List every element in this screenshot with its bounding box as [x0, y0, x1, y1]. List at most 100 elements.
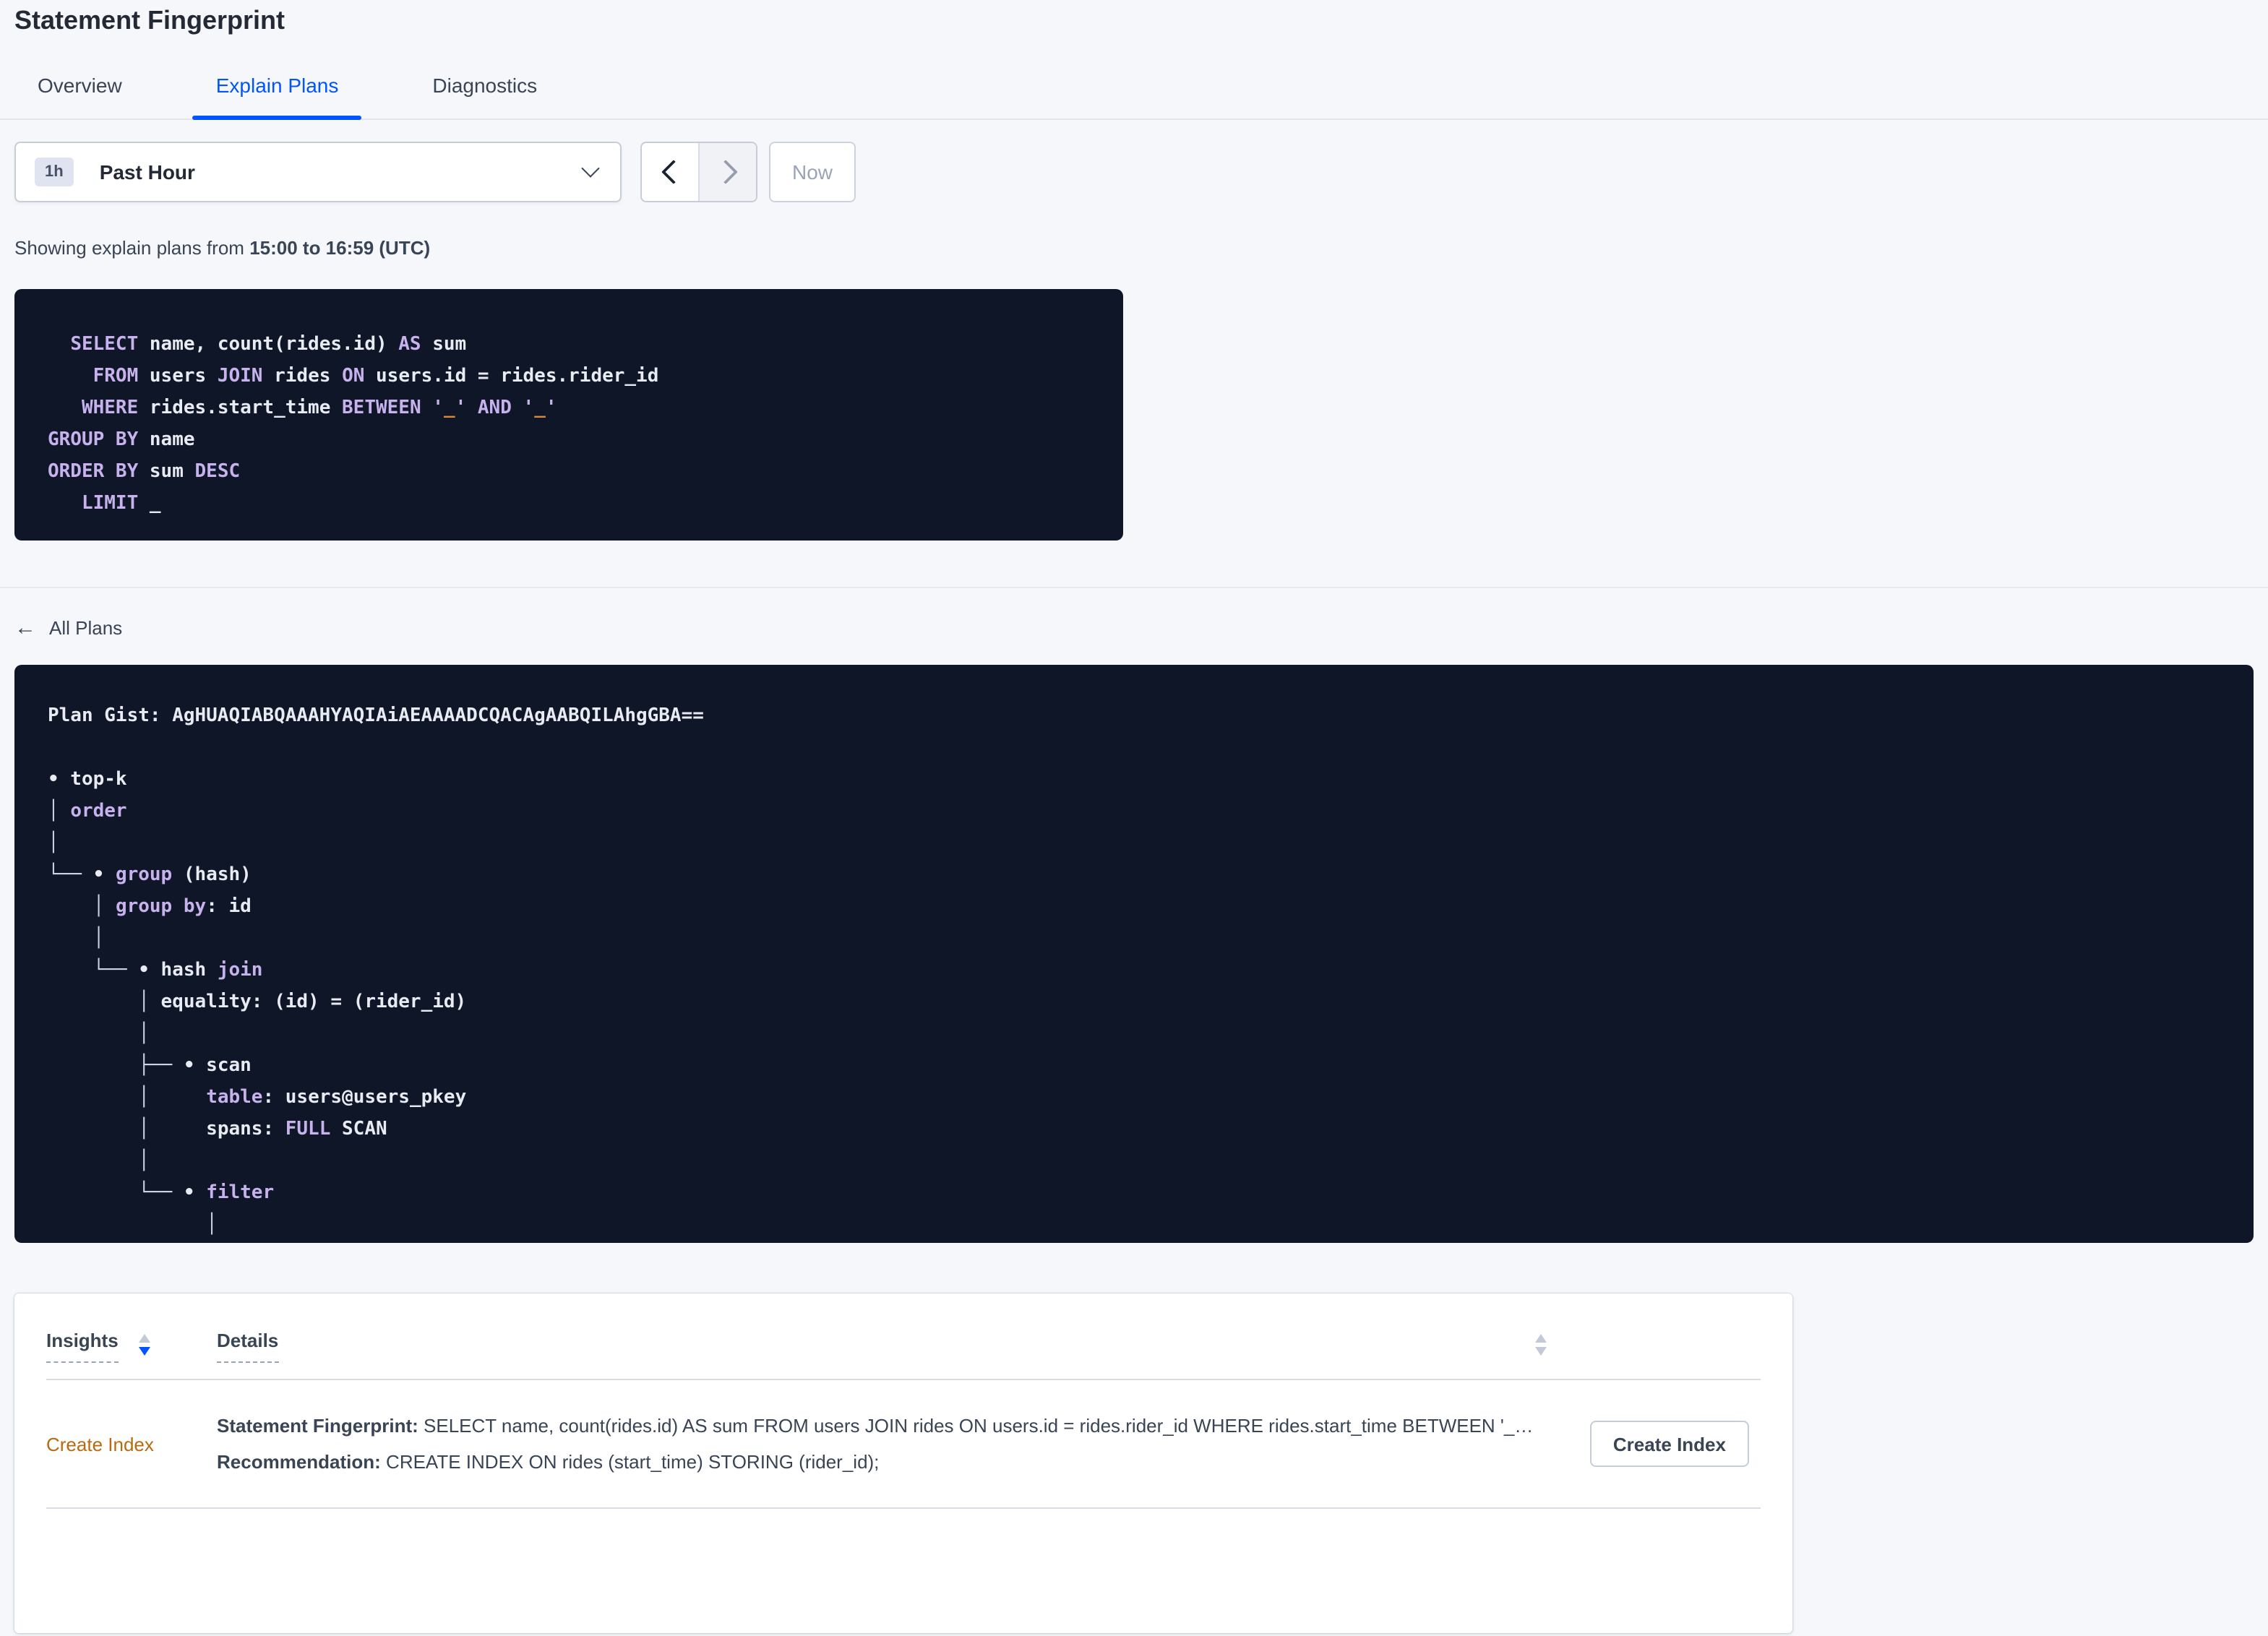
- code-text: : users@users_pkey: [262, 1087, 467, 1108]
- code-text: │: [138, 1087, 150, 1108]
- page-title: Statement Fingerprint: [14, 6, 285, 35]
- create-index-button[interactable]: Create Index: [1589, 1421, 1749, 1467]
- code-line: ├── • scan: [48, 1051, 2239, 1082]
- column-header-insights[interactable]: Insights: [46, 1330, 119, 1363]
- arrow-left-icon: ←: [14, 616, 36, 640]
- code-keyword: ON: [342, 366, 365, 387]
- code-line: └── • hash join: [48, 955, 2239, 987]
- code-line: LIMIT _: [48, 488, 1109, 520]
- sort-up-arrow: [1535, 1334, 1547, 1343]
- chevron-down-icon: [581, 159, 600, 178]
- code-keyword: ': [432, 397, 444, 419]
- code-text: sum: [138, 461, 195, 483]
- next-time-button[interactable]: [698, 143, 756, 201]
- sort-details-icon[interactable]: [1535, 1334, 1547, 1356]
- code-line: │: [48, 1019, 2239, 1051]
- code-text: •: [183, 1182, 207, 1204]
- code-text: └──: [138, 1182, 184, 1204]
- code-text: │: [48, 801, 59, 822]
- showing-plans-text: Showing explain plans from 15:00 to 16:5…: [14, 237, 2254, 259]
- code-keyword: AND: [477, 397, 512, 419]
- time-step-buttons: [640, 142, 757, 202]
- code-text: │: [138, 991, 150, 1013]
- time-range-selector[interactable]: 1h Past Hour: [14, 142, 622, 202]
- code-text: •: [93, 864, 116, 886]
- code-keyword: filter: [206, 1182, 275, 1204]
- code-text: sum: [421, 334, 467, 356]
- showing-range: 15:00 to 16:59 (UTC): [249, 237, 431, 259]
- code-line: WHERE rides.start_time BETWEEN '_' AND '…: [48, 393, 1109, 425]
- prev-time-button[interactable]: [642, 143, 698, 201]
- code-placeholder: _: [443, 397, 455, 419]
- code-keyword: join: [217, 960, 263, 981]
- tab-bar: Overview Explain Plans Diagnostics: [0, 59, 2268, 120]
- insight-type-link[interactable]: Create Index: [46, 1433, 217, 1455]
- sort-insights-icon[interactable]: [138, 1334, 150, 1356]
- code-line: │ order: [48, 796, 2239, 828]
- plan-gist-value: AgHUAQIABQAAAHYAQIAiAEAAAADCQACAgAABQILA…: [172, 705, 704, 727]
- all-plans-link[interactable]: ← All Plans: [14, 617, 122, 639]
- code-text: │: [93, 896, 105, 918]
- time-range-badge: 1h: [35, 158, 74, 186]
- sort-down-arrow: [138, 1347, 150, 1356]
- insights-table-card: Insights Details Create Index Statement …: [14, 1293, 1792, 1633]
- fingerprint-label: Statement Fingerprint:: [217, 1415, 418, 1437]
- code-line: │: [48, 1146, 2239, 1178]
- code-text: rides: [262, 366, 343, 387]
- code-text: rides.start_time: [138, 397, 343, 419]
- column-header-details[interactable]: Details: [217, 1330, 279, 1363]
- code-keyword: LIMIT: [81, 493, 139, 515]
- code-line: SELECT name, count(rides.id) AS sum: [48, 330, 1109, 361]
- code-keyword: ': [523, 397, 535, 419]
- chevron-right-icon: [713, 160, 737, 184]
- recommendation-label: Recommendation:: [217, 1451, 381, 1473]
- section-divider: [0, 587, 2268, 588]
- code-placeholder: _: [534, 397, 546, 419]
- code-keyword: FROM: [93, 366, 139, 387]
- code-keyword: SELECT: [70, 334, 139, 356]
- statement-fingerprint-page: Statement Fingerprint Overview Explain P…: [0, 0, 2268, 1636]
- code-keyword: ': [545, 397, 557, 419]
- time-range-label: Past Hour: [99, 160, 195, 184]
- code-text: _: [138, 493, 161, 515]
- code-line: └── • filter: [48, 1178, 2239, 1210]
- sort-up-arrow: [138, 1334, 150, 1343]
- code-keyword: AS: [398, 334, 421, 356]
- code-line: │: [48, 924, 2239, 955]
- sort-down-arrow: [1535, 1347, 1547, 1356]
- code-line: │ group by: id: [48, 892, 2239, 924]
- code-text: (hash): [172, 864, 252, 886]
- code-keyword: order: [70, 801, 127, 822]
- code-text: • top-k: [48, 769, 127, 791]
- code-text: └──: [93, 960, 139, 981]
- code-keyword: WHERE: [81, 397, 139, 419]
- tab-diagnostics[interactable]: Diagnostics: [409, 59, 560, 119]
- code-text: users: [138, 366, 218, 387]
- code-text: spans:: [149, 1119, 285, 1140]
- tab-explain-plans[interactable]: Explain Plans: [192, 59, 362, 120]
- details-fingerprint-line: Statement Fingerprint: SELECT name, coun…: [217, 1408, 1567, 1444]
- now-button[interactable]: Now: [769, 142, 856, 202]
- code-line: │: [48, 828, 2239, 860]
- code-line: FROM users JOIN rides ON users.id = ride…: [48, 361, 1109, 393]
- details-recommendation-line: Recommendation: CREATE INDEX ON rides (s…: [217, 1444, 1567, 1480]
- code-text: │: [93, 928, 105, 950]
- tab-overview[interactable]: Overview: [14, 59, 145, 119]
- code-text: • hash: [138, 960, 218, 981]
